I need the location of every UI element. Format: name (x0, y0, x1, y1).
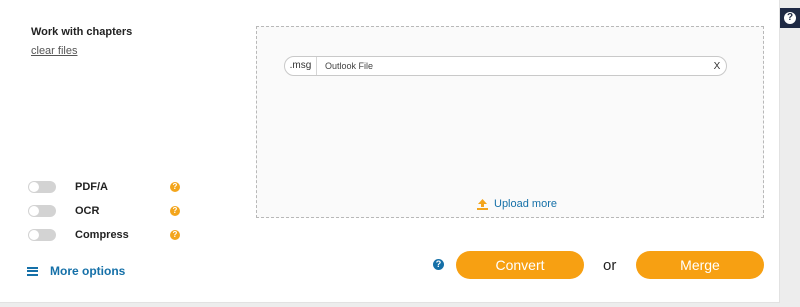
toggle-knob (29, 182, 39, 192)
hamburger-icon (27, 266, 38, 276)
question-icon: ? (784, 12, 796, 24)
help-corner-button[interactable]: ? (780, 8, 800, 28)
upload-more-button[interactable]: Upload more (477, 198, 557, 210)
more-options-label: More options (50, 264, 126, 278)
pdfa-help-icon[interactable]: ? (170, 182, 180, 192)
pdfa-label: PDF/A (75, 181, 108, 193)
or-separator: or (603, 257, 617, 274)
clear-files-link[interactable]: clear files (31, 45, 77, 57)
ocr-toggle[interactable] (28, 205, 56, 217)
toggle-knob (29, 206, 39, 216)
file-extension: .msg (285, 57, 317, 75)
compress-toggle[interactable] (28, 229, 56, 241)
remove-file-button[interactable]: X (708, 61, 726, 72)
convert-button[interactable]: Convert (456, 251, 584, 279)
option-compress: Compress ? (28, 228, 180, 242)
convert-help-icon[interactable]: ? (433, 259, 444, 270)
toggle-knob (29, 230, 39, 240)
pdfa-toggle[interactable] (28, 181, 56, 193)
file-item: .msg Outlook File X (284, 56, 727, 76)
work-with-chapters-title: Work with chapters (31, 26, 133, 38)
option-ocr: OCR ? (28, 204, 180, 218)
ocr-help-icon[interactable]: ? (170, 206, 180, 216)
compress-help-icon[interactable]: ? (170, 230, 180, 240)
upload-more-label: Upload more (494, 198, 557, 210)
merge-button[interactable]: Merge (636, 251, 764, 279)
file-dropzone[interactable]: .msg Outlook File X Upload more (256, 26, 764, 218)
converter-panel: Work with chapters clear files PDF/A ? O… (0, 0, 780, 303)
compress-label: Compress (75, 229, 129, 241)
ocr-label: OCR (75, 205, 100, 217)
file-name: Outlook File (325, 61, 374, 71)
more-options-button[interactable]: More options (27, 264, 125, 278)
option-pdfa: PDF/A ? (28, 180, 180, 194)
upload-icon (477, 198, 488, 210)
